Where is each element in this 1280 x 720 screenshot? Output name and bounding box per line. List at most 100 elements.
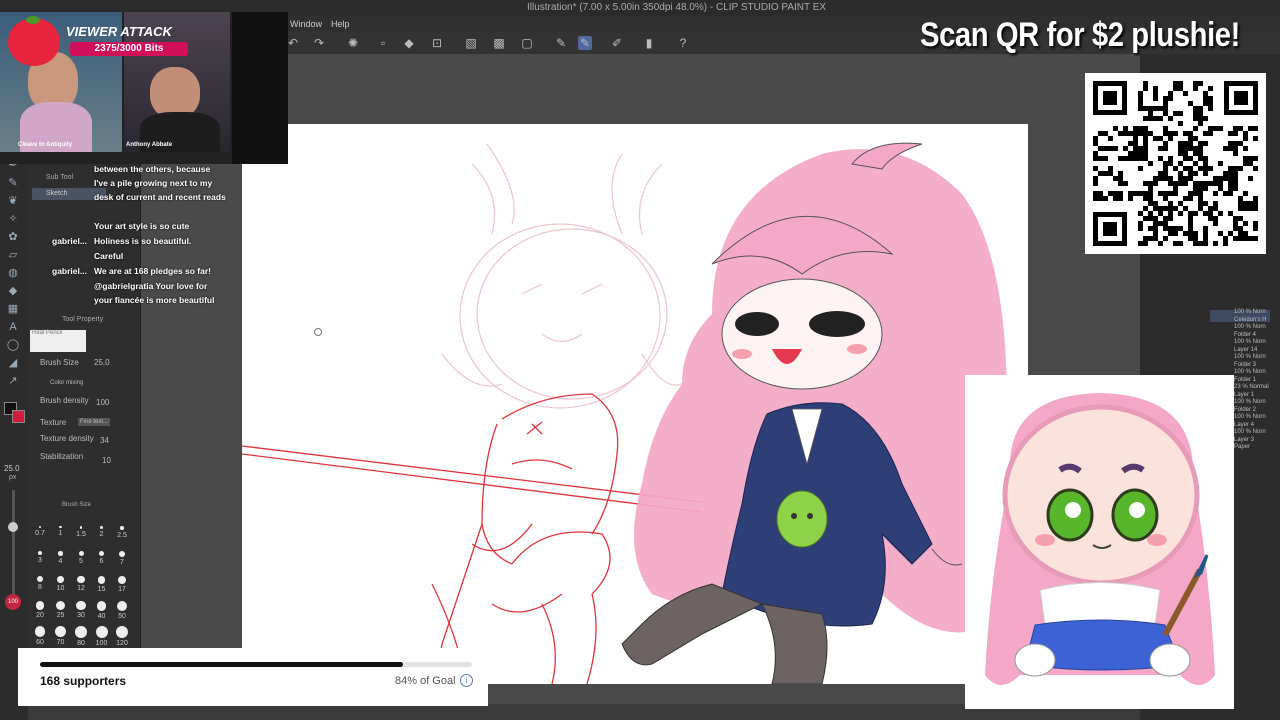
transform-icon[interactable]: ▧ [464, 36, 478, 50]
brush-size-panel-header: Brush Size [62, 502, 92, 508]
copy-icon[interactable]: ▫ [376, 36, 390, 50]
brush-size-preset[interactable]: 2 [92, 526, 112, 538]
ruler-icon[interactable]: ▮ [642, 36, 656, 50]
brush-size-preset[interactable]: 120 [112, 626, 132, 647]
qr-module [1163, 236, 1168, 241]
eraser-tool-icon[interactable]: ▱ [5, 248, 21, 262]
brush-size-preset[interactable]: 80 [71, 626, 91, 647]
settings-icon[interactable]: ✺ [346, 36, 360, 50]
menu-window[interactable]: Window [290, 19, 322, 29]
brush-size-preset[interactable]: 1.5 [71, 526, 91, 538]
layer-item[interactable]: 100 % Norn Celedun's H [1234, 308, 1267, 324]
pencil-active-icon[interactable]: ✎ [578, 36, 592, 50]
ruler-tool-icon[interactable]: ◢ [5, 356, 21, 370]
qr-module [1138, 221, 1143, 226]
qr-module [1228, 211, 1233, 216]
brush-size-preset[interactable]: 1 [51, 526, 71, 537]
qr-module [1173, 111, 1178, 116]
chat-line: I've a pile growing next to my [94, 178, 213, 188]
fill-tool-icon[interactable]: ◆ [5, 284, 21, 298]
texture-density-value[interactable]: 34 [100, 436, 109, 445]
qr-module [1193, 186, 1198, 191]
brush-size-preset[interactable]: 100 [92, 626, 112, 647]
qr-module [1163, 106, 1168, 111]
qr-module [1123, 156, 1128, 161]
blend-tool-icon[interactable]: ◍ [5, 266, 21, 280]
airbrush-tool-icon[interactable]: ✧ [5, 212, 21, 226]
brush-size-preset[interactable]: 7 [112, 551, 132, 566]
qr-module [1143, 241, 1148, 246]
brush-size-preset[interactable]: 70 [51, 626, 71, 646]
qr-module [1193, 241, 1198, 246]
deselect-icon[interactable]: ▢ [520, 36, 534, 50]
help-icon[interactable]: ? [676, 36, 690, 50]
layer-item[interactable]: 100 % Norn Layer 14 [1234, 338, 1266, 354]
brush-size-preset[interactable]: 6 [92, 551, 112, 565]
layer-item[interactable]: 100 % Norn Folder 4 [1234, 323, 1266, 339]
qr-module [1153, 236, 1158, 241]
brush-size-preset[interactable]: 25 [51, 601, 71, 619]
sub-color-swatch[interactable] [12, 410, 25, 423]
brush-size-preset[interactable]: 3 [30, 551, 50, 564]
size-slider-handle[interactable] [8, 522, 18, 532]
menu-help[interactable]: Help [331, 19, 350, 29]
brush-size-preset[interactable]: 60 [30, 626, 50, 646]
layer-item[interactable]: Paper [1234, 443, 1250, 451]
qr-module [1183, 141, 1188, 146]
drawing-canvas[interactable] [242, 124, 1028, 684]
layer-item[interactable]: 100 % Norn Folder 3 [1234, 353, 1266, 369]
pencil-tool-icon[interactable]: ✎ [5, 176, 21, 190]
size-slider[interactable] [12, 490, 15, 600]
brush-size-dot [116, 601, 128, 612]
decoration-tool-icon[interactable]: ✿ [5, 230, 21, 244]
brush-size-preset[interactable]: 15 [92, 576, 112, 593]
text-tool-icon[interactable]: A [5, 320, 21, 334]
brush-size-preset[interactable]: 12 [71, 576, 91, 592]
brush-tool-icon[interactable]: ❦ [5, 194, 21, 208]
layer-item[interactable]: 100 % Norn Layer 3 [1234, 428, 1266, 444]
chat-preview [232, 12, 288, 164]
qr-module [1148, 181, 1153, 186]
qr-module [1188, 236, 1193, 241]
undo-icon[interactable]: ↶ [286, 36, 300, 50]
qr-module [1163, 171, 1168, 176]
layer-item[interactable]: 100 % Norn Folder 1 [1234, 368, 1266, 384]
brush-size-preset[interactable]: 5 [71, 551, 91, 565]
qr-module [1138, 146, 1143, 151]
brush-size-preset[interactable]: 4 [51, 551, 71, 565]
brush-size-preset[interactable]: 50 [112, 601, 132, 620]
qr-module [1178, 86, 1183, 91]
gradient-tool-icon[interactable]: ▦ [5, 302, 21, 316]
brush-size-preset[interactable]: 2.5 [112, 526, 132, 539]
info-icon[interactable]: i [460, 674, 473, 687]
brush-size-dot [116, 626, 128, 638]
crop-icon[interactable]: ⊡ [430, 36, 444, 50]
brush-size-preset[interactable]: 40 [92, 601, 112, 620]
brush-size-preset[interactable]: 8 [30, 576, 50, 591]
brush-density-value[interactable]: 100 [96, 398, 109, 407]
brush-size-value[interactable]: 25.0 [94, 358, 110, 367]
brush-size-preset[interactable]: 30 [71, 601, 91, 619]
qr-module [1173, 86, 1178, 91]
pen-icon[interactable]: ✎ [554, 36, 568, 50]
opacity-readout: 100 [5, 594, 21, 610]
brush-size-preset[interactable]: 10 [51, 576, 71, 592]
layer-item[interactable]: 100 % Norn Layer 4 [1234, 413, 1266, 429]
brush-size-preset[interactable]: 20 [30, 601, 50, 619]
layer-item[interactable]: 23 % Normal Layer 1 [1234, 383, 1269, 399]
brush-size-preset[interactable]: 0.7 [30, 526, 50, 537]
correct-line-tool-icon[interactable]: ↗ [5, 374, 21, 388]
redo-icon[interactable]: ↷ [312, 36, 326, 50]
qr-module [1178, 226, 1183, 231]
brush-size-preset[interactable]: 17 [112, 576, 132, 593]
marker-icon[interactable]: ✐ [610, 36, 624, 50]
select-icon[interactable]: ▩ [492, 36, 506, 50]
balloon-tool-icon[interactable]: ◯ [5, 338, 21, 352]
layer-item[interactable]: 100 % Norn Folder 2 [1234, 398, 1266, 414]
fill-icon[interactable]: ◆ [402, 36, 416, 50]
qr-module [1213, 176, 1218, 181]
stabilization-value[interactable]: 10 [102, 456, 111, 465]
color-mixing-label[interactable]: Color mixing [50, 380, 83, 386]
qr-module [1133, 151, 1138, 156]
texture-value[interactable]: Fine text... [78, 418, 111, 426]
